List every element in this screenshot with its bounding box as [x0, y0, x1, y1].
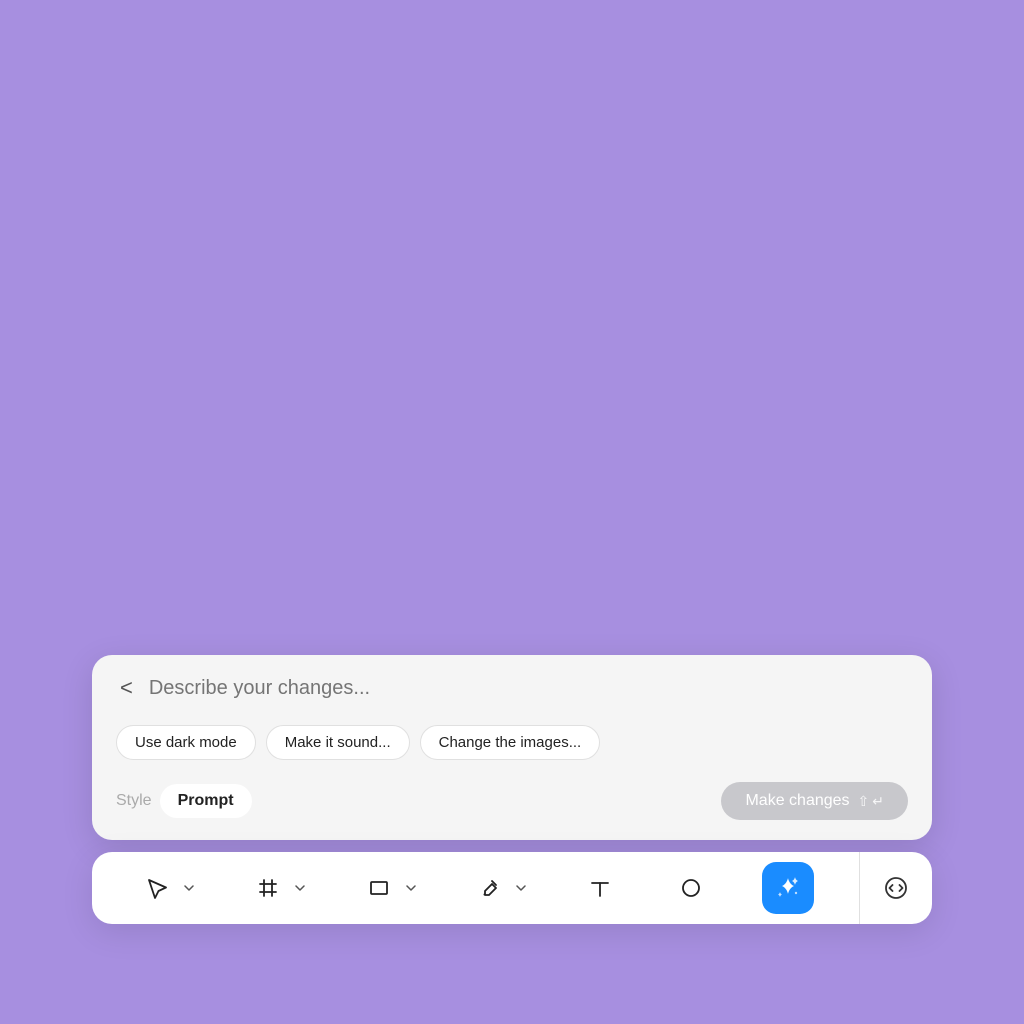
select-tool-button[interactable]: [137, 868, 177, 908]
suggestion-sound[interactable]: Make it sound...: [266, 725, 410, 760]
ai-tool-button[interactable]: [762, 862, 814, 914]
chevron-down-icon: [405, 882, 417, 894]
text-icon: [588, 876, 612, 900]
pen-tool-button[interactable]: [469, 868, 509, 908]
toolbar-main: [92, 852, 859, 924]
prompt-input-row: <: [116, 675, 908, 701]
make-changes-label: Make changes: [745, 792, 849, 810]
shift-icon: ⇧: [858, 793, 870, 810]
rectangle-chevron-button[interactable]: [403, 878, 419, 898]
ellipse-icon: [679, 876, 703, 900]
ellipse-tool-group: [671, 868, 711, 908]
return-icon: ↵: [872, 793, 884, 810]
text-tool-group: [580, 868, 620, 908]
keyboard-shortcut-icons: ⇧ ↵: [858, 793, 884, 810]
pen-chevron-button[interactable]: [513, 878, 529, 898]
select-chevron-button[interactable]: [181, 878, 197, 898]
style-label: Style: [116, 792, 152, 810]
style-tabs: Style Prompt: [116, 784, 252, 818]
chevron-down-icon: [294, 882, 306, 894]
chevron-down-icon: [183, 882, 195, 894]
ai-sparkle-icon: [774, 874, 802, 902]
code-view-button[interactable]: [860, 852, 932, 924]
back-button[interactable]: <: [116, 675, 137, 701]
ui-container: < Use dark mode Make it sound... Change …: [92, 655, 932, 924]
rectangle-icon: [367, 876, 391, 900]
bottom-row: Style Prompt Make changes ⇧ ↵: [116, 782, 908, 820]
rectangle-tool-group: [359, 868, 419, 908]
frame-chevron-button[interactable]: [292, 878, 308, 898]
prompt-input[interactable]: [149, 677, 908, 700]
ai-tool-group: [762, 862, 814, 914]
select-icon: [145, 876, 169, 900]
rectangle-tool-button[interactable]: [359, 868, 399, 908]
select-tool-group: [137, 868, 197, 908]
pen-icon: [477, 876, 501, 900]
tab-prompt[interactable]: Prompt: [160, 784, 252, 818]
frame-icon: [256, 876, 280, 900]
suggestions-row: Use dark mode Make it sound... Change th…: [116, 725, 908, 760]
suggestion-images[interactable]: Change the images...: [420, 725, 601, 760]
make-changes-button[interactable]: Make changes ⇧ ↵: [721, 782, 908, 820]
text-tool-button[interactable]: [580, 868, 620, 908]
toolbar-panel: [92, 852, 932, 924]
frame-tool-group: [248, 868, 308, 908]
chevron-down-icon: [515, 882, 527, 894]
prompt-panel: < Use dark mode Make it sound... Change …: [92, 655, 932, 840]
frame-tool-button[interactable]: [248, 868, 288, 908]
suggestion-dark-mode[interactable]: Use dark mode: [116, 725, 256, 760]
pen-tool-group: [469, 868, 529, 908]
ellipse-tool-button[interactable]: [671, 868, 711, 908]
code-icon: [883, 875, 909, 901]
